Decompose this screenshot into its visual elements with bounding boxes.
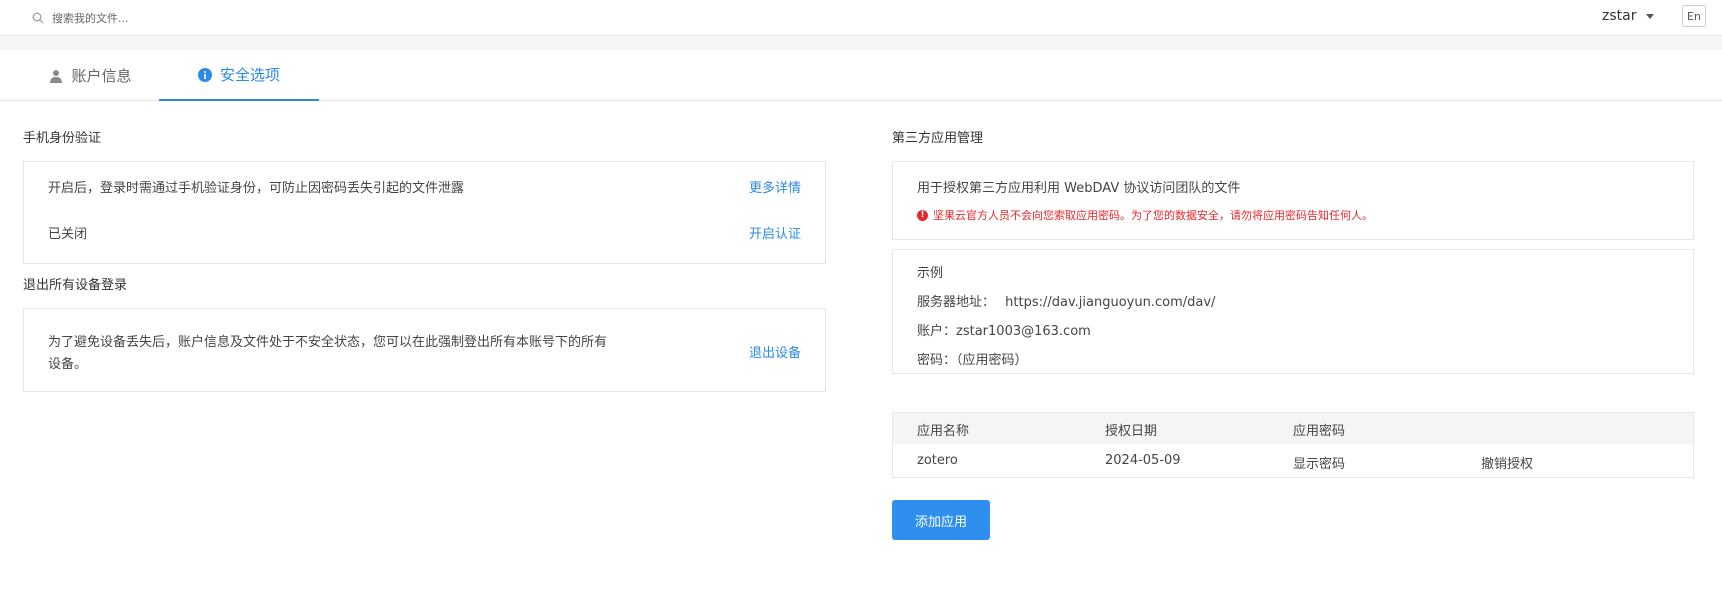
phone-auth-title: 手机身份验证: [23, 131, 102, 146]
account-row: 账户：zstar1003@163.com: [917, 320, 1091, 339]
logout-description-line1: 为了避免设备丢失后，账户信息及文件处于不安全状态，您可以在此强制登出所有本账号下…: [48, 335, 608, 350]
add-app-button[interactable]: 添加应用: [892, 500, 990, 540]
info-icon: [197, 67, 212, 82]
warning-text: 坚果云官方人员不会向您索取应用密码。为了您的数据安全，请勿将应用密码告知任何人。: [933, 209, 1373, 222]
tab-label: 安全选项: [219, 66, 280, 84]
username: zstar: [1602, 8, 1637, 24]
warning-icon: !: [917, 209, 928, 221]
column-header: 授权日期: [1105, 424, 1158, 439]
phone-auth-panel: 开启后，登录时需通过手机验证身份，可防止因密码丢失引起的文件泄露 更多详情 已关…: [23, 161, 826, 264]
server-value: https://dav.jianguoyun.com/dav/: [1005, 295, 1216, 310]
user-icon: [49, 69, 63, 83]
password-value: （应用密码）: [956, 353, 1028, 368]
column-header: 应用密码: [1293, 424, 1346, 439]
account-value: zstar1003@163.com: [956, 324, 1091, 339]
logout-devices-panel: 为了避免设备丢失后，账户信息及文件处于不安全状态，您可以在此强制登出所有本账号下…: [23, 308, 826, 392]
table-header: 应用名称 授权日期 应用密码: [893, 413, 1693, 444]
top-bar: zstar En: [0, 0, 1722, 36]
user-menu[interactable]: zstar: [1602, 8, 1655, 24]
logout-devices-title: 退出所有设备登录: [23, 278, 128, 293]
logout-description-line2: 设备。: [48, 357, 88, 372]
server-address-row: 服务器地址： https://dav.jianguoyun.com/dav/: [917, 291, 1215, 310]
phone-auth-status: 已关闭: [48, 227, 88, 242]
third-party-title: 第三方应用管理: [892, 131, 984, 146]
app-name: zotero: [917, 453, 958, 468]
security-warning: ! 坚果云官方人员不会向您索取应用密码。为了您的数据安全，请勿将应用密码告知任何…: [917, 207, 1373, 223]
apps-table: 应用名称 授权日期 应用密码 zotero 2024-05-09 显示密码 撤销…: [892, 412, 1694, 478]
auth-date: 2024-05-09: [1105, 453, 1181, 468]
password-label: 密码：: [917, 353, 957, 368]
password-row: 密码：（应用密码）: [917, 349, 1028, 368]
tab-bar: 账户信息 安全选项: [0, 50, 1722, 101]
column-header: 应用名称: [917, 424, 970, 439]
language-button[interactable]: En: [1682, 5, 1706, 27]
example-panel: 示例 服务器地址： https://dav.jianguoyun.com/dav…: [892, 249, 1694, 374]
revoke-auth-link[interactable]: 撤销授权: [1481, 453, 1533, 472]
tab-security-options[interactable]: 安全选项: [159, 50, 319, 101]
main-content: 账户信息 安全选项 手机身份验证 开启后，登录时需通过手机验证身份，可防止因密码…: [0, 50, 1722, 597]
example-title: 示例: [917, 266, 944, 281]
enable-auth-link[interactable]: 开启认证: [749, 223, 801, 242]
server-label: 服务器地址：: [917, 295, 996, 310]
third-party-info-panel: 用于授权第三方应用利用 WebDAV 协议访问团队的文件 ! 坚果云官方人员不会…: [892, 161, 1694, 240]
third-party-description: 用于授权第三方应用利用 WebDAV 协议访问团队的文件: [917, 181, 1241, 196]
tab-account-info[interactable]: 账户信息: [22, 50, 159, 101]
search-icon: [30, 10, 46, 26]
search-box[interactable]: [30, 10, 352, 26]
tab-label: 账户信息: [71, 67, 132, 85]
search-input[interactable]: [52, 11, 352, 25]
show-password-link[interactable]: 显示密码: [1293, 453, 1345, 472]
phone-auth-description: 开启后，登录时需通过手机验证身份，可防止因密码丢失引起的文件泄露: [48, 181, 465, 196]
account-label: 账户：: [917, 324, 957, 339]
more-details-link[interactable]: 更多详情: [749, 177, 801, 196]
logout-devices-link[interactable]: 退出设备: [749, 342, 801, 361]
chevron-down-icon: [1646, 13, 1655, 19]
